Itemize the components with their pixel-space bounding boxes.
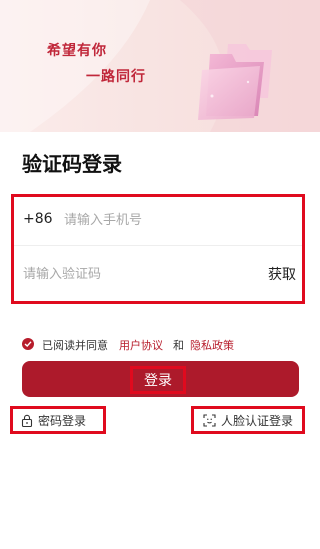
banner-slogan-line1: 希望有你 — [47, 43, 107, 59]
get-code-button[interactable]: 获取 — [268, 264, 296, 284]
face-auth-login-button[interactable]: 人脸认证登录 — [191, 406, 305, 434]
lock-icon — [21, 414, 33, 427]
phone-input[interactable] — [64, 209, 284, 231]
agreement-and: 和 — [173, 339, 184, 352]
agreement-prefix: 已阅读并同意 — [42, 339, 108, 352]
login-button-label[interactable]: 登录 — [130, 366, 186, 394]
face-scan-icon — [203, 413, 216, 427]
header-banner: 希望有你 一路同行 — [0, 0, 320, 132]
verification-code-input[interactable] — [23, 263, 243, 285]
user-agreement-link[interactable]: 用户协议 — [119, 337, 163, 353]
checkbox-checked-icon[interactable] — [22, 338, 34, 350]
banner-slogan-line2: 一路同行 — [86, 69, 146, 85]
password-login-label: 密码登录 — [38, 413, 87, 428]
country-code-selector[interactable]: +86 — [23, 211, 53, 227]
privacy-policy-link[interactable]: 隐私政策 — [190, 337, 234, 353]
face-auth-login-label: 人脸认证登录 — [221, 413, 294, 428]
folder-illustration-icon — [198, 44, 272, 120]
page-title: 验证码登录 — [22, 152, 122, 176]
password-login-button[interactable]: 密码登录 — [10, 406, 106, 434]
login-form: +86 获取 — [11, 194, 305, 304]
